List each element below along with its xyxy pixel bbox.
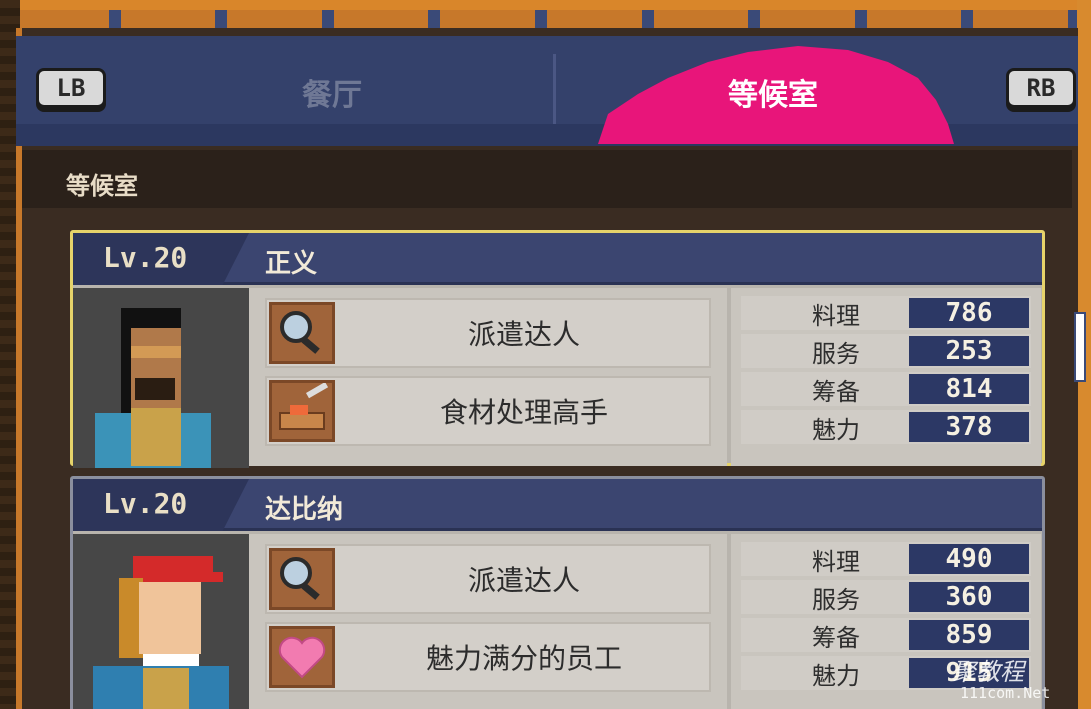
- stat-label: 魅力: [812, 415, 860, 444]
- portrait-image: [73, 534, 249, 709]
- staff-portrait: [73, 288, 249, 468]
- skills-panel: 派遣达人 魅力满分的员工: [249, 534, 727, 709]
- stat-value: 490: [909, 544, 1029, 574]
- stat-row-preparation: 筹备 859: [741, 618, 1031, 652]
- skills-panel: 派遣达人 食材处理高手: [249, 288, 727, 466]
- skill-label: 食材处理高手: [439, 396, 608, 429]
- section-title: 等候室: [66, 172, 138, 200]
- tab-restaurant[interactable]: 餐厅: [302, 70, 362, 114]
- stat-row-charm: 魅力 378: [741, 410, 1031, 444]
- staff-portrait: [73, 534, 249, 709]
- watermark-main: 聚教程: [952, 658, 1024, 686]
- staff-name: 正义: [265, 249, 318, 279]
- skill-slot-1[interactable]: 派遣达人: [265, 544, 711, 614]
- skill-slot-2[interactable]: 魅力满分的员工: [265, 622, 711, 692]
- tab-divider: [553, 54, 556, 124]
- stat-value: 786: [909, 298, 1029, 328]
- skill-slot-2[interactable]: 食材处理高手: [265, 376, 711, 446]
- stat-label: 料理: [812, 547, 860, 576]
- stat-value: 253: [909, 336, 1029, 366]
- stat-value: 378: [909, 412, 1029, 442]
- stat-row-service: 服务 360: [741, 580, 1031, 614]
- card-header: Lv.20 正义: [73, 233, 1042, 285]
- watermark-sub: 111com.Net: [960, 684, 1051, 702]
- staff-level: Lv.20: [103, 487, 188, 520]
- stat-value: 814: [909, 374, 1029, 404]
- stat-row-service: 服务 253: [741, 334, 1031, 368]
- rb-shoulder-button[interactable]: RB: [1006, 68, 1076, 108]
- scrollbar-thumb[interactable]: [1074, 312, 1086, 382]
- stat-value: 360: [909, 582, 1029, 612]
- tab-waiting-room[interactable]: 等候室: [728, 70, 818, 114]
- heart-icon: [269, 626, 335, 688]
- staff-name: 达比纳: [265, 495, 344, 525]
- skill-label: 魅力满分的员工: [425, 642, 622, 675]
- stat-label: 魅力: [812, 661, 860, 690]
- card-header: Lv.20 达比纳: [73, 479, 1042, 531]
- stat-row-cooking: 料理 786: [741, 296, 1031, 330]
- watermark: 聚教程 111com.Net: [918, 652, 1088, 708]
- stat-row-preparation: 筹备 814: [741, 372, 1031, 406]
- stat-label: 服务: [812, 585, 860, 614]
- stat-label: 筹备: [812, 623, 860, 652]
- skill-label: 派遣达人: [467, 564, 580, 597]
- staff-card-2[interactable]: Lv.20 达比纳 派遣达人 魅力满分的员工 料理 490 服务 360 筹备 …: [70, 476, 1045, 709]
- stat-value: 859: [909, 620, 1029, 650]
- section-header: [22, 150, 1072, 208]
- skill-slot-1[interactable]: 派遣达人: [265, 298, 711, 368]
- magnifier-icon: [269, 302, 335, 364]
- knife-cutting-board-icon: [269, 380, 335, 442]
- stat-label: 料理: [812, 301, 860, 330]
- staff-level: Lv.20: [103, 241, 188, 274]
- stat-row-cooking: 料理 490: [741, 542, 1031, 576]
- portrait-image: [73, 288, 249, 468]
- stat-label: 服务: [812, 339, 860, 368]
- magnifier-icon: [269, 548, 335, 610]
- staff-card-1[interactable]: Lv.20 正义 派遣达人 食材处理高手 料理 786 服务 253 筹备 81…: [70, 230, 1045, 468]
- lb-shoulder-button[interactable]: LB: [36, 68, 106, 108]
- skill-label: 派遣达人: [467, 318, 580, 351]
- stats-panel: 料理 786 服务 253 筹备 814 魅力 378: [731, 288, 1041, 466]
- stat-label: 筹备: [812, 377, 860, 406]
